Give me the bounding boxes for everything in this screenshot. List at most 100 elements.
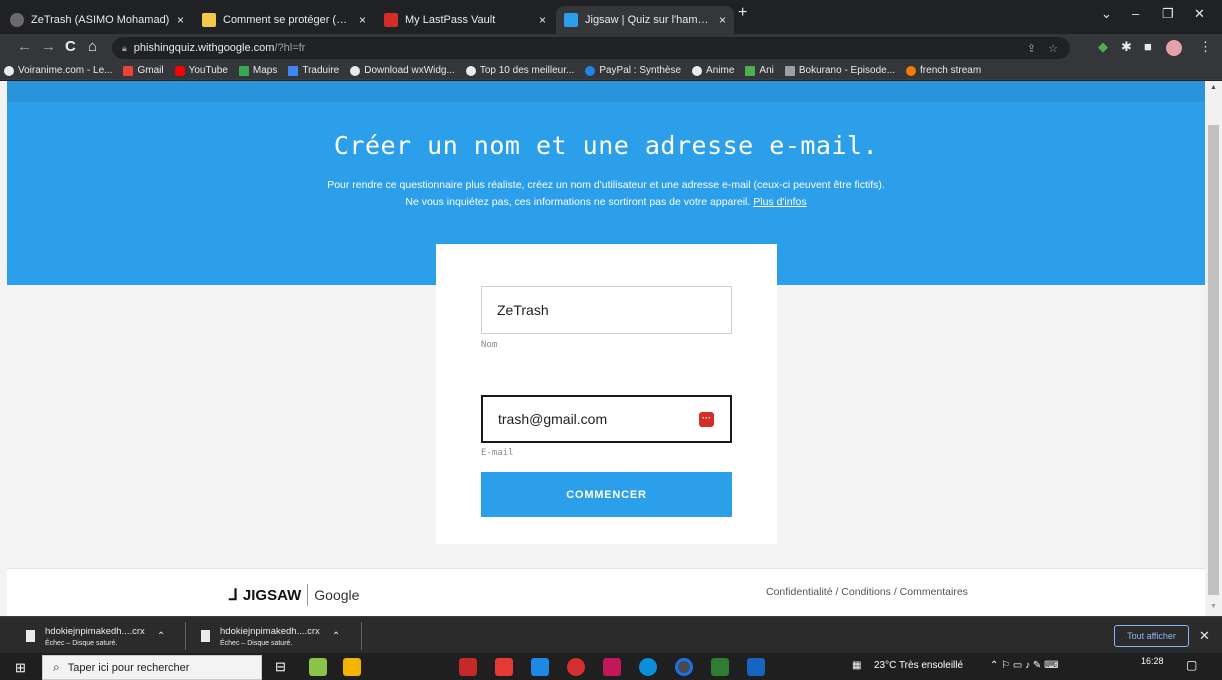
bookmark-label: french stream [920,65,982,76]
site-favicon-icon [202,13,216,27]
bookmark-voiranime[interactable]: Voiranime.com - Le... [4,65,112,76]
bookmark-top10[interactable]: Top 10 des meilleur... [465,65,574,76]
chrome-icon[interactable] [675,658,693,676]
clock[interactable]: 16:28 [1141,656,1164,666]
download-filename: hdokiejnpimakedh....crx [45,625,145,637]
close-icon[interactable]: × [539,13,546,27]
back-icon[interactable]: ← [17,39,32,55]
bookmark-bokurano[interactable]: Bokurano - Episode... [784,65,896,76]
bookmark-label: Bokurano - Episode... [798,65,896,76]
url-path: /?hl=fr [274,42,306,54]
scrollbar-thumb[interactable] [1208,125,1219,595]
file-icon [26,630,35,642]
bookmark-maps[interactable]: Maps [238,65,277,76]
site-favicon-icon [745,65,756,76]
close-icon[interactable]: ✕ [1199,628,1210,644]
scroll-up-icon[interactable]: ▲ [1210,84,1217,91]
app-icon[interactable] [495,658,513,676]
name-value: ZeTrash [497,302,549,318]
close-icon[interactable]: × [359,13,366,27]
app-icon[interactable] [309,658,327,676]
minimize-button[interactable]: – [1132,6,1139,21]
download-status: Échec – Disque saturé. [45,639,118,647]
address-bar[interactable]: 🔒︎ phishingquiz.withgoogle.com/?hl=fr ⇪ … [112,37,1070,59]
weather-text[interactable]: 23°C Très ensoleillé [874,660,963,671]
start-button[interactable]: COMMENCER [481,472,732,517]
brand-name: JIGSAW [242,586,302,604]
tab-jigsaw[interactable]: Jigsaw | Quiz sur l'hameçonnage × [556,6,734,34]
site-favicon-icon [784,65,795,76]
close-icon[interactable]: × [719,13,726,27]
translate-icon [288,65,299,76]
lastpass-icon[interactable]: ··· [699,412,714,427]
show-all-button[interactable]: Tout afficher [1114,625,1189,647]
download-filename: hdokiejnpimakedh....crx [220,625,320,637]
close-icon[interactable]: × [177,13,184,27]
download-item[interactable]: hdokiejnpimakedh....crx Échec – Disque s… [26,622,165,650]
new-tab-button[interactable]: + [738,4,747,22]
bookmark-wxwidgets[interactable]: Download wxWidg... [350,65,455,76]
name-field[interactable]: ZeTrash [481,286,732,334]
bookmark-gmail[interactable]: Gmail [123,65,164,76]
tab-search-icon[interactable]: ⌄ [1101,6,1112,22]
google-wordmark: Google [314,587,360,603]
bookmark-label: Voiranime.com - Le... [18,65,113,76]
lock-icon: 🔒︎ [122,42,127,53]
taskbar-search-input[interactable]: ⌕ Taper ici pour rechercher [42,655,262,680]
download-item[interactable]: hdokiejnpimakedh....crx Échec – Disque s… [201,622,340,650]
tab-lastpass[interactable]: My LastPass Vault × [376,6,554,34]
jigsaw-logo[interactable]: ⅃ JIGSAW Google [229,584,359,606]
app-icon[interactable] [603,658,621,676]
chevron-up-icon[interactable]: ⌃ [157,631,165,642]
app-icon[interactable] [711,658,729,676]
tab-title: Comment se protéger (un peu) c [223,14,353,26]
divider [361,622,362,650]
menu-icon[interactable]: ⋮ [1199,39,1212,55]
download-status: Échec – Disque saturé. [220,639,293,647]
windows-start-icon[interactable]: ⊞ [15,660,26,676]
email-field[interactable]: trash@gmail.com ··· [481,395,732,443]
divider [185,622,186,650]
file-explorer-icon[interactable] [343,658,361,676]
download-text: hdokiejnpimakedh....crx Échec – Disque s… [220,626,320,647]
bookmark-star-icon[interactable]: ☆ [1048,42,1058,55]
side-panel-icon[interactable]: ■ [1144,39,1152,54]
tab-zetrash[interactable]: ZeTrash (ASIMO Mohamad) × [2,6,192,34]
bookmark-youtube[interactable]: YouTube [174,65,228,76]
scroll-down-icon[interactable]: ▼ [1210,603,1217,610]
app-icon[interactable] [531,658,549,676]
bookmark-paypal[interactable]: PayPal : Synthèse [585,65,681,76]
system-tray-icons[interactable]: ⌃ ⚐ ▭ ♪ ✎ ⌨ [990,660,1059,671]
scrollbar[interactable]: ▲ ▼ [1206,81,1222,616]
bookmark-traduire[interactable]: Traduire [288,65,339,76]
bookmark-ani[interactable]: Ani [745,65,774,76]
footer-links[interactable]: Confidentialité / Conditions / Commentai… [766,586,968,598]
tab-comment-se-proteger[interactable]: Comment se protéger (un peu) c × [194,6,374,34]
tab-title: Jigsaw | Quiz sur l'hameçonnage [585,14,713,26]
forward-icon[interactable]: → [41,39,56,55]
bookmark-french-stream[interactable]: french stream [906,65,981,76]
avatar[interactable] [1166,40,1182,56]
bookmark-anime[interactable]: Anime [692,65,734,76]
jigsaw-mark-icon: ⅃ [229,587,238,604]
reload-icon[interactable]: C [65,39,76,55]
name-label: Nom [481,340,498,350]
tab-title: My LastPass Vault [405,14,496,26]
app-icon[interactable] [459,658,477,676]
bookmarks-bar: Voiranime.com - Le... Gmail YouTube Maps… [0,62,1222,80]
chevron-up-icon[interactable]: ⌃ [332,631,340,642]
extension-icon[interactable]: ◆ [1098,39,1108,55]
edge-icon[interactable] [639,658,657,676]
bookmark-label: Download wxWidg... [364,65,455,76]
maps-icon [238,65,249,76]
notification-icon[interactable]: ▢ [1186,658,1197,672]
more-info-link[interactable]: Plus d'infos [753,196,806,208]
task-view-icon[interactable]: ⊟ [275,659,293,677]
share-icon[interactable]: ⇪ [1027,42,1036,55]
opera-icon[interactable] [567,658,585,676]
close-window-button[interactable]: ✕ [1194,6,1205,22]
extensions-puzzle-icon[interactable]: ✱ [1121,39,1132,55]
word-icon[interactable] [747,658,765,676]
restore-button[interactable]: ❐ [1162,6,1174,22]
home-icon[interactable]: ⌂ [88,39,97,55]
